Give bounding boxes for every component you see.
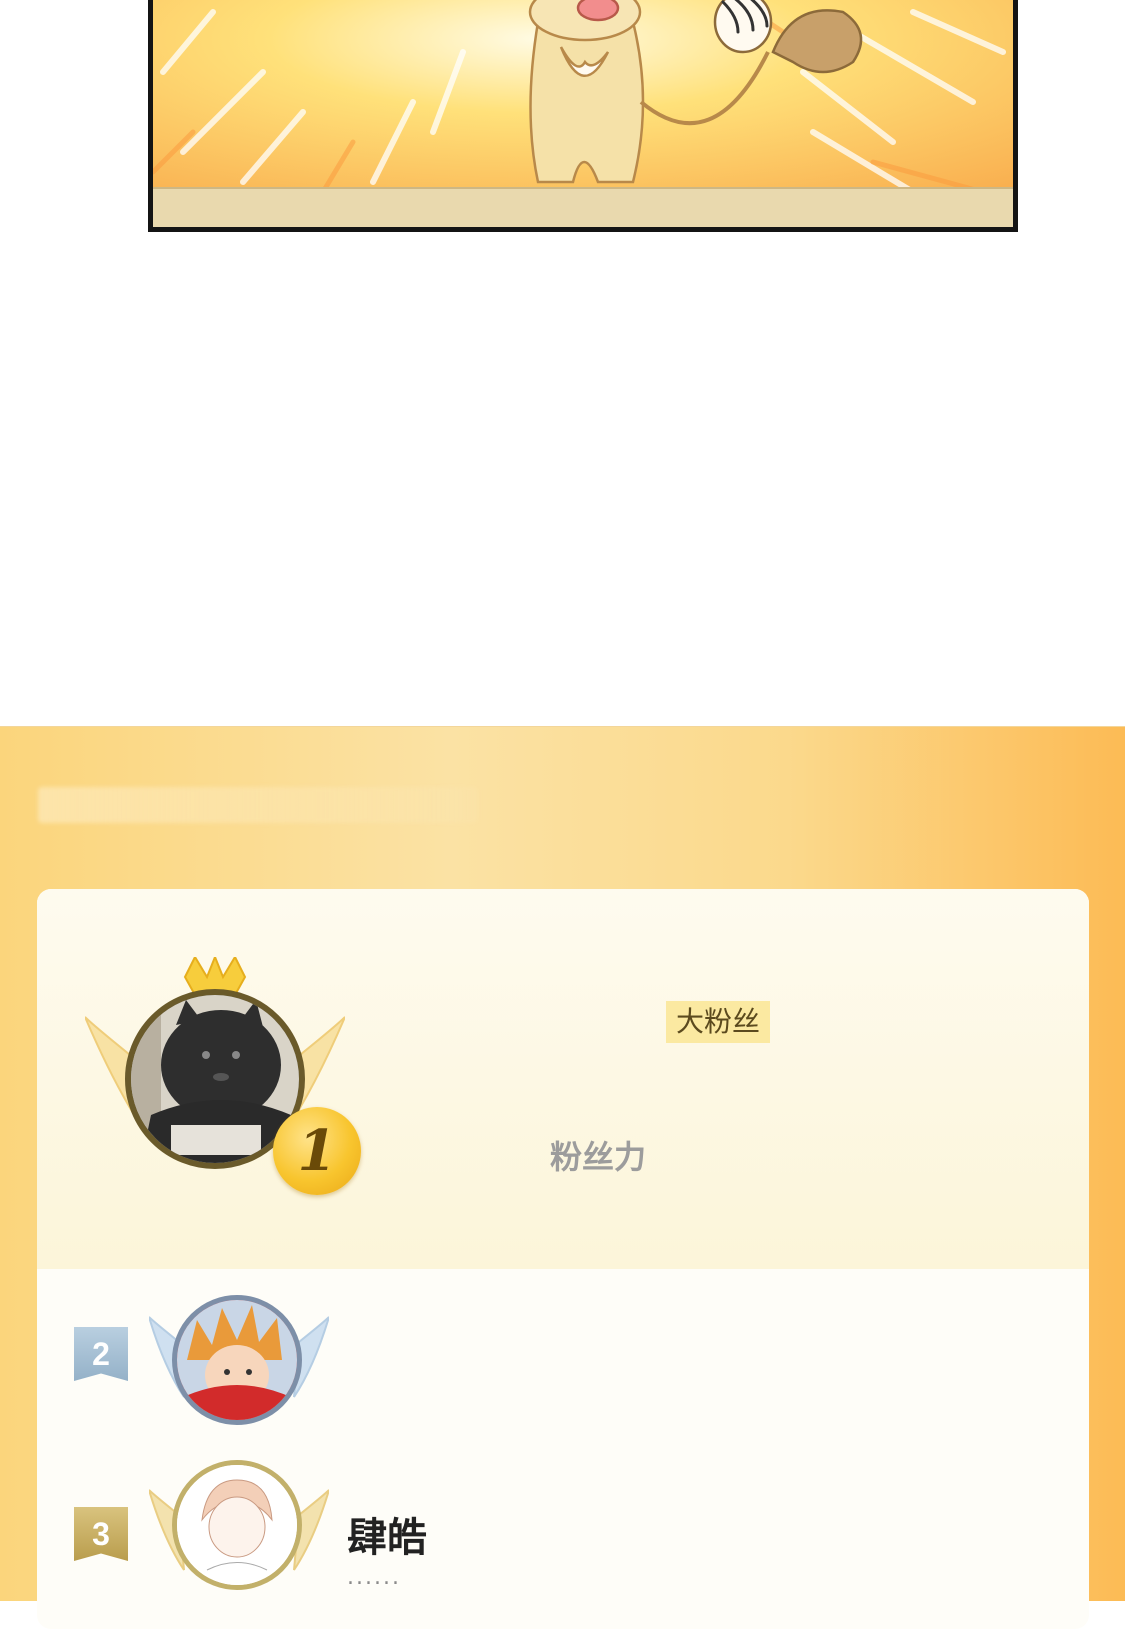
avatar[interactable] xyxy=(172,1295,302,1425)
rank-badge: 3 xyxy=(74,1507,128,1561)
list-item-rank-3[interactable]: 3 肆皓 ...... xyxy=(37,1445,1089,1629)
avatar-frame[interactable] xyxy=(149,1287,329,1427)
fan-power-label: 粉丝力 xyxy=(550,1138,647,1176)
rank-medal-icon: 1 xyxy=(273,1107,361,1195)
fan-ranking-section: 1 大粉丝 粉丝力 2 3 肆皓 ...... xyxy=(0,726,1125,1629)
avatar-frame[interactable] xyxy=(149,1445,329,1629)
fan-level-badge: 大粉丝 xyxy=(666,1001,771,1043)
comic-illustration xyxy=(153,0,1013,227)
list-item-rank-2[interactable]: 2 xyxy=(37,1269,1089,1439)
section-header xyxy=(38,787,478,823)
ranking-card: 1 大粉丝 粉丝力 2 3 肆皓 ...... xyxy=(37,889,1089,1629)
comic-panel xyxy=(148,0,1018,232)
user-subtitle: ...... xyxy=(347,1565,401,1590)
rank-badge: 2 xyxy=(74,1327,128,1381)
user-name: 肆皓 xyxy=(347,1515,427,1561)
top-fan-avatar-frame[interactable]: 1 xyxy=(85,957,361,1197)
avatar[interactable] xyxy=(172,1460,302,1590)
top-fan-block[interactable]: 1 大粉丝 粉丝力 xyxy=(37,889,1089,1269)
